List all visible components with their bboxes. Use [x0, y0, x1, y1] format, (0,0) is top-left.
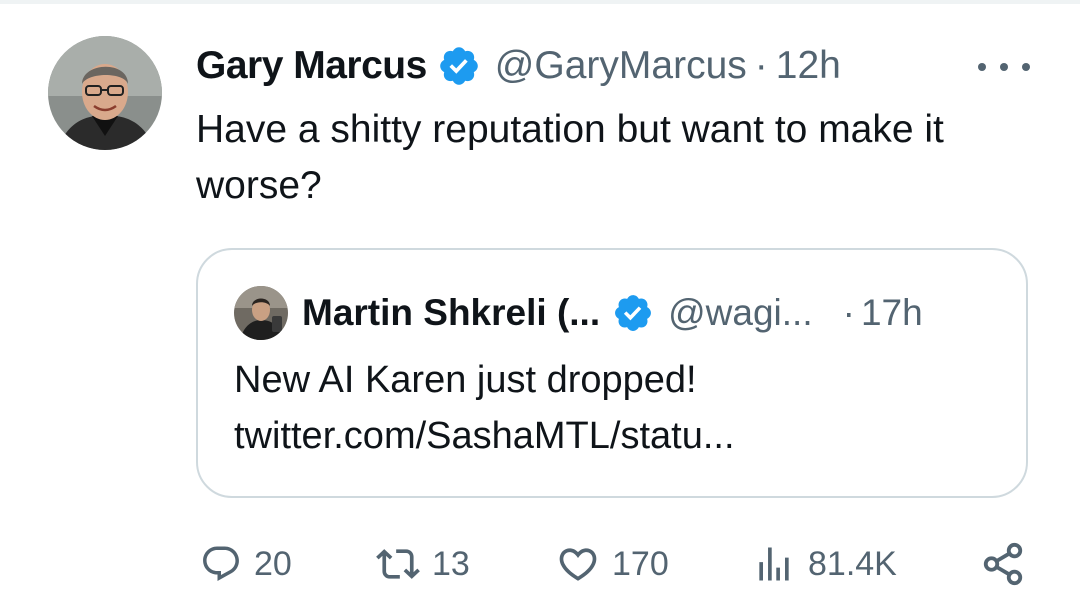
quoted-author-name: Martin Shkreli (... — [302, 292, 601, 333]
author-avatar[interactable] — [48, 36, 162, 150]
quoted-tweet-text-line: New AI Karen just dropped! — [234, 359, 697, 401]
author-handle[interactable]: @GaryMarcus — [495, 44, 747, 88]
verified-badge-icon — [612, 292, 654, 334]
share-icon — [980, 541, 1026, 587]
more-dot — [1022, 63, 1030, 71]
quoted-tweet-card[interactable]: Martin Shkreli (... @wagi... · 17h New A… — [196, 248, 1028, 498]
separator-dot: · — [754, 44, 768, 87]
share-button[interactable] — [980, 536, 1026, 592]
retweet-count: 13 — [432, 544, 470, 583]
separator-dot: · — [842, 292, 855, 333]
quoted-author-handle: @wagi... — [668, 292, 813, 333]
tweet-actions: 20 13 170 81.4K — [196, 536, 1032, 592]
more-dot — [978, 63, 986, 71]
tweet-time[interactable]: 12h — [776, 44, 841, 88]
author-name[interactable]: Gary Marcus — [196, 44, 427, 88]
retweet-icon — [376, 542, 420, 586]
like-button[interactable]: 170 — [556, 536, 669, 592]
quoted-tweet-time: 17h — [860, 292, 923, 333]
reply-count: 20 — [254, 544, 292, 583]
views-button[interactable]: 81.4K — [752, 536, 897, 592]
quoted-tweet-link[interactable]: twitter.com/SashaMTL/statu... — [234, 408, 994, 464]
reply-button[interactable]: 20 — [200, 536, 292, 592]
reply-icon — [200, 543, 242, 585]
tweet-header: Gary Marcus @GaryMarcus · 12h — [196, 38, 841, 94]
quoted-tweet-text: New AI Karen just dropped! twitter.com/S… — [234, 352, 994, 464]
quoted-tweet-header: Martin Shkreli (... @wagi... · 17h — [302, 286, 923, 340]
retweet-button[interactable]: 13 — [376, 536, 470, 592]
like-count: 170 — [612, 544, 669, 583]
views-icon — [752, 542, 796, 586]
more-icon[interactable] — [978, 52, 1030, 82]
top-divider — [0, 0, 1080, 4]
heart-icon — [556, 542, 600, 586]
quoted-author-avatar[interactable] — [234, 286, 288, 340]
tweet-text: Have a shitty reputation but want to mak… — [196, 108, 944, 207]
more-dot — [1000, 63, 1008, 71]
verified-badge-icon — [437, 44, 481, 88]
views-count: 81.4K — [808, 544, 897, 583]
